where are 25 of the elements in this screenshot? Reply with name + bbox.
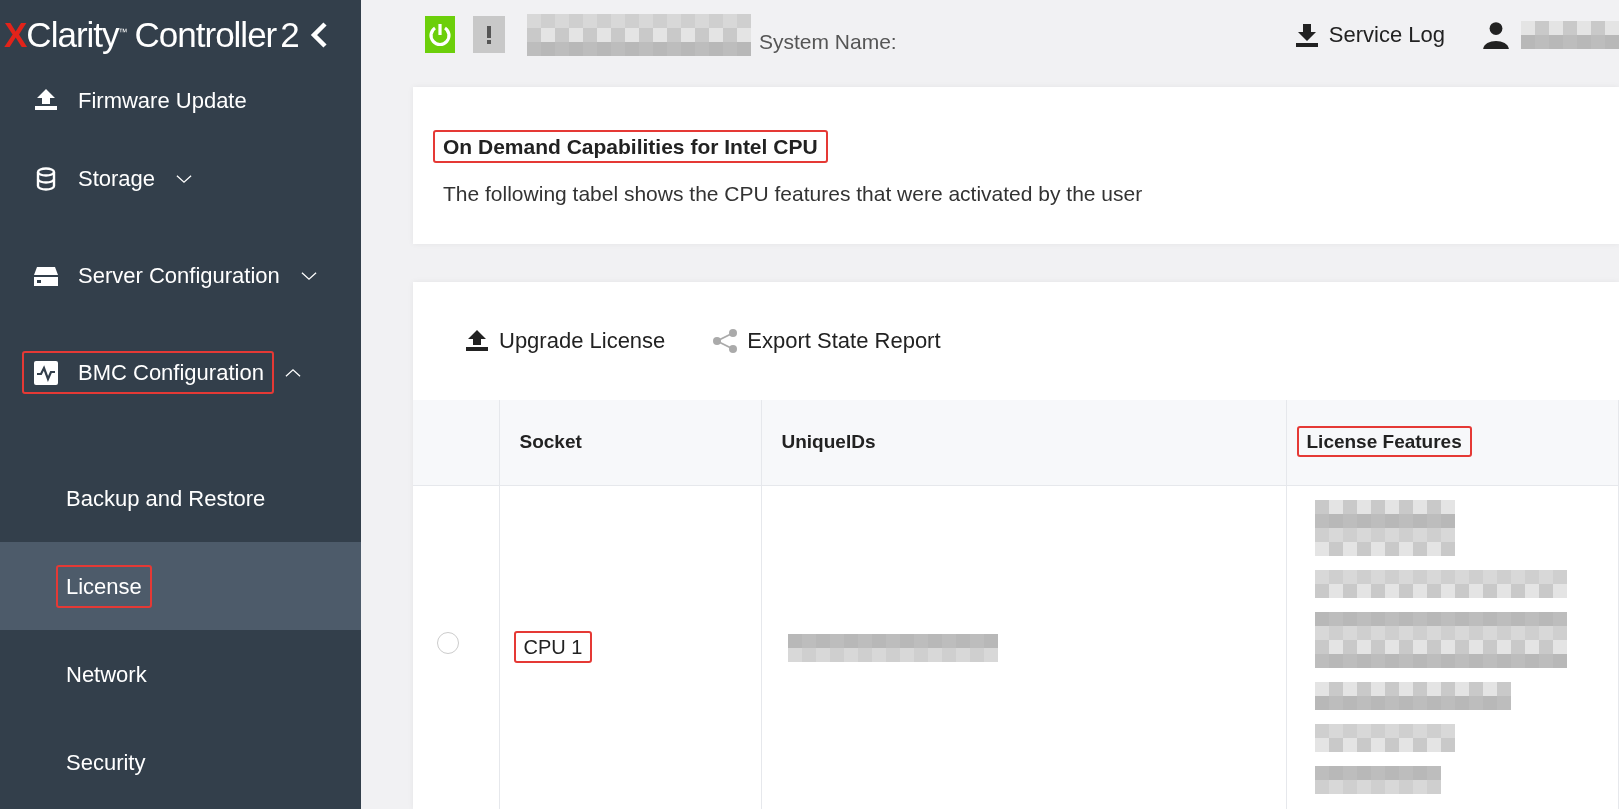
system-name-label: System Name:	[759, 29, 897, 56]
sidebar-item[interactable]: Firmware Update	[22, 78, 257, 122]
sidebar-item[interactable]: Server Configuration	[22, 254, 290, 297]
logo: XClarity™ Controller2	[3, 13, 299, 56]
description-text: The following tabel shows the CPU features that were activated by the user	[443, 181, 1144, 208]
page-title: On Demand Capabilities for Intel CPU	[433, 129, 828, 163]
column-header: UniqueIDs	[780, 430, 877, 454]
pulse-icon	[32, 358, 60, 387]
column-header: Socket	[518, 430, 583, 454]
radio-button[interactable]	[437, 632, 459, 655]
submenu-item[interactable]: Backup and Restore	[56, 476, 276, 520]
submenu-item[interactable]: Network	[56, 652, 157, 696]
exclamation-icon	[486, 24, 492, 45]
column-header: License Features	[1296, 426, 1472, 457]
submenu-item[interactable]: License	[56, 564, 152, 608]
service-log-link[interactable]: Service Log	[1292, 18, 1445, 52]
export-button[interactable]: Export State Report	[711, 324, 941, 357]
share-icon	[711, 326, 740, 355]
upgrade-button[interactable]: Upgrade License	[463, 324, 666, 357]
sidebar-item[interactable]: BMC Configuration	[22, 351, 274, 394]
submenu-item[interactable]: Security	[56, 740, 156, 784]
user-icon	[1481, 19, 1511, 50]
sidebar-item[interactable]: Storage	[22, 157, 166, 200]
table-cell: CPU 1	[513, 631, 593, 664]
alert-button[interactable]	[473, 16, 505, 54]
